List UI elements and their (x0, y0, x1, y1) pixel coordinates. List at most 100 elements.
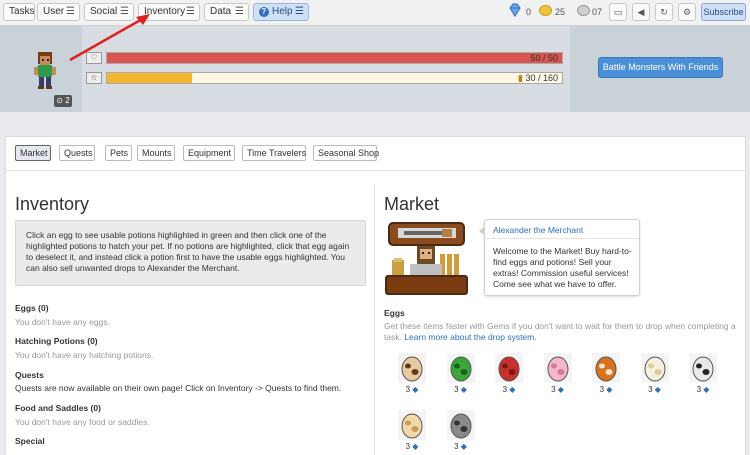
sound-button[interactable]: ◀ (632, 3, 650, 21)
nav-data[interactable]: Data ☰ (204, 3, 249, 21)
egg-price: 3 ◆ (589, 385, 623, 394)
egg-price: 3 ◆ (541, 385, 575, 394)
dragon-egg-item[interactable]: 3 ◆ (492, 353, 526, 403)
pig-egg-item[interactable]: 3 ◆ (541, 353, 575, 403)
gem-icon: ◆ (606, 385, 613, 394)
price-value: 3 (648, 385, 653, 394)
merchant-speech-bubble: Alexander the Merchant Welcome to the Ma… (479, 219, 640, 296)
price-value: 3 (454, 385, 459, 394)
wolf-egg-item[interactable]: 3 ◆ (395, 353, 429, 403)
merchant-message: Welcome to the Market! Buy hard-to-find … (493, 246, 632, 289)
nav-user-label: User (43, 6, 65, 17)
bunny-egg-item[interactable]: 3 ◆ (638, 353, 672, 403)
egg-price: 3 ◆ (444, 385, 478, 394)
menu-icon: ☰ (295, 6, 304, 17)
gem-icon: ◆ (557, 385, 564, 394)
gem-icon: ◆ (412, 385, 419, 394)
price-value: 3 (696, 385, 702, 394)
cat-egg-icon (689, 353, 717, 383)
annotation-arrow (69, 14, 150, 62)
eggs-heading: Eggs (0) (15, 303, 49, 313)
gem-icon: ◆ (654, 385, 661, 394)
health-bar: 50 / 50 (106, 52, 563, 64)
market-eggs-description: Get these items faster with Gems if you … (384, 321, 744, 343)
quests-text: Quests are now available on their own pa… (15, 383, 342, 393)
menu-icon: ☰ (186, 6, 195, 17)
tab-pets[interactable]: Pets (105, 145, 132, 161)
tab-mounts[interactable]: Mounts (137, 145, 175, 161)
market-eggs-heading: Eggs (384, 308, 405, 318)
pig-egg-icon (543, 353, 572, 383)
settings-button[interactable]: ⚙ (678, 3, 696, 21)
menu-icon: ☰ (235, 6, 244, 17)
egg-price: 3 ◆ (638, 385, 672, 394)
avatar[interactable] (30, 50, 60, 90)
egg-price: 3 ◆ (395, 385, 429, 394)
speaker-icon: ◀ (637, 7, 645, 17)
tab-divider (5, 170, 746, 171)
subscribe-button[interactable]: Subscribe (701, 3, 746, 21)
price-value: 3 (502, 385, 508, 394)
silver-icon (577, 5, 590, 16)
bunny-egg-icon (640, 353, 669, 383)
experience-fill (107, 73, 193, 83)
quests-heading: Quests (15, 370, 44, 380)
chat-icon: ▭ (613, 7, 623, 17)
turtle-egg-item[interactable]: 3 ◆ (444, 353, 478, 403)
egg-price: 3 ◆ (444, 442, 478, 451)
egg-price: 3 ◆ (492, 385, 526, 394)
potions-empty-text: You don't have any hatching potions. (15, 350, 154, 360)
price-value: 3 (599, 385, 605, 394)
tab-market[interactable]: Market (15, 145, 51, 161)
bubble-divider (485, 238, 639, 239)
bear-egg-icon (446, 410, 475, 440)
level-value: 2 (65, 96, 70, 105)
header-stats-panel (82, 26, 570, 112)
tab-time-travelers[interactable]: Time Travelers (242, 145, 306, 161)
bear-egg-item[interactable]: 3 ◆ (444, 410, 478, 455)
merchant-name[interactable]: Alexander the Merchant (493, 225, 583, 235)
messages-button[interactable]: ▭ (609, 3, 627, 21)
tab-equipment[interactable]: Equipment (183, 145, 235, 161)
price-value: 3 (454, 442, 459, 451)
nav-help[interactable]: ? Help ☰ (253, 3, 309, 21)
price-value: 3 (405, 442, 411, 451)
nav-help-label: Help (272, 6, 293, 17)
gem-icon (509, 3, 521, 17)
battle-monsters-button[interactable]: Battle Monsters With Friends (598, 57, 723, 78)
dragon-egg-icon (495, 353, 523, 383)
lion-egg-item[interactable]: 3 ◆ (395, 410, 429, 455)
fox-egg-item[interactable]: 3 ◆ (589, 353, 623, 403)
level-badge: ⊙ 2 (54, 95, 72, 107)
food-empty-text: You don't have any food or saddles. (15, 417, 150, 427)
market-title: Market (384, 194, 440, 214)
lion-egg-icon (398, 410, 426, 440)
tab-seasonal-shop[interactable]: Seasonal Shop (313, 145, 379, 161)
tab-quests[interactable]: Quests (59, 145, 95, 161)
level-up-icon: ▮ (518, 73, 523, 83)
nav-tasks[interactable]: Tasks (3, 3, 35, 21)
gem-icon: ◆ (509, 385, 516, 394)
fox-egg-icon (592, 353, 620, 383)
merchant-stall-image (385, 222, 468, 295)
price-value: 3 (405, 385, 411, 394)
silver-count: 07 (592, 7, 603, 17)
experience-value: 30 / 160 (525, 73, 558, 83)
gem-icon: ◆ (703, 385, 710, 394)
refresh-icon: ↻ (660, 7, 668, 17)
inventory-title: Inventory (15, 194, 90, 214)
experience-bar: ▮ 30 / 160 (106, 72, 563, 84)
turtle-egg-icon (446, 353, 475, 383)
gold-icon (539, 5, 552, 16)
gold-count: 25 (555, 7, 566, 17)
wolf-egg-icon (398, 353, 426, 383)
sync-button[interactable]: ↻ (655, 3, 673, 21)
health-text: 50 / 50 (530, 53, 558, 63)
eggs-empty-text: You don't have any eggs. (15, 317, 110, 327)
drop-system-link[interactable]: Learn more about the drop system. (404, 332, 536, 342)
nav-tasks-label: Tasks (9, 6, 35, 17)
help-icon: ? (259, 7, 269, 17)
egg-price: 3 ◆ (395, 442, 429, 451)
column-divider (374, 184, 375, 455)
cat-egg-item[interactable]: 3 ◆ (686, 353, 720, 403)
